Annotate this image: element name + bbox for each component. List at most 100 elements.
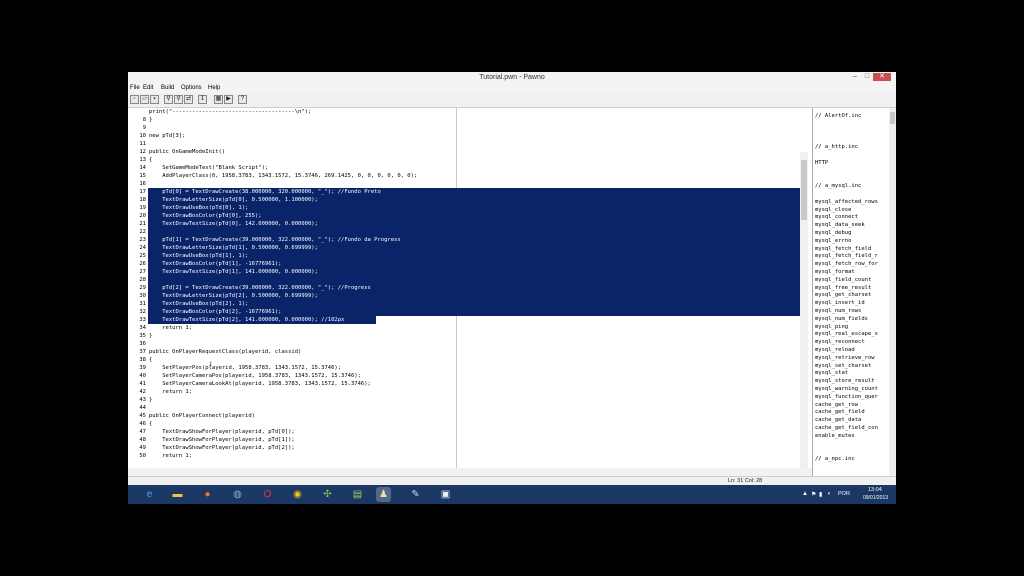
code-line[interactable]: return 1; <box>149 452 192 460</box>
window-icon[interactable]: ▣ <box>438 487 453 502</box>
code-line[interactable]: TextDrawBoxColor(pTd[2], -16776961); <box>149 308 281 316</box>
code-line[interactable]: TextDrawBoxColor(pTd[1], -16776961); <box>149 260 281 268</box>
ie-icon[interactable]: e <box>142 487 157 502</box>
clock-date[interactable]: 09/01/2013 <box>863 495 888 501</box>
function-list-item[interactable]: mysql_insert_id <box>815 299 865 307</box>
code-line[interactable]: TextDrawTextSize(pTd[2], 141.000000, 0.0… <box>149 316 344 324</box>
code-line[interactable]: public OnPlayerConnect(playerid) <box>149 412 255 420</box>
maximize-button[interactable]: □ <box>861 73 873 81</box>
flag-icon[interactable]: ⚑ <box>811 491 816 498</box>
code-line[interactable]: TextDrawShowForPlayer(playerid, pTd[2]); <box>149 444 294 452</box>
function-list-item[interactable]: mysql_fetch_field <box>815 245 871 253</box>
menu-build[interactable]: Build <box>161 83 174 93</box>
code-line[interactable]: TextDrawUseBox(pTd[1], 1); <box>149 252 248 260</box>
function-list-item[interactable]: mysql_reconnect <box>815 338 865 346</box>
function-list-item[interactable]: mysql_connect <box>815 213 858 221</box>
code-line[interactable]: TextDrawTextSize(pTd[1], 141.000000, 0.0… <box>149 268 318 276</box>
include-header[interactable]: // a_http.inc <box>815 143 858 151</box>
function-list-item[interactable]: mysql_free_result <box>815 284 871 292</box>
function-list-item[interactable]: mysql_field_count <box>815 276 871 284</box>
function-list-item[interactable]: HTTP <box>815 159 828 167</box>
function-list-item[interactable]: mysql_close <box>815 206 851 214</box>
function-list-item[interactable]: mysql_set_charset <box>815 362 871 370</box>
include-header[interactable]: // a_mysql.inc <box>815 182 861 190</box>
code-line[interactable]: TextDrawTextSize(pTd[0], 142.000000, 0.0… <box>149 220 318 228</box>
function-list-item[interactable]: mysql_function_quer <box>815 393 878 401</box>
function-list-item[interactable]: mysql_get_charset <box>815 291 871 299</box>
code-line[interactable]: TextDrawBoxColor(pTd[0], 255); <box>149 212 261 220</box>
function-list-item[interactable]: mysql_stat <box>815 369 848 377</box>
code-line[interactable]: pTd[2] = TextDrawCreate(39.000000, 322.0… <box>149 284 371 292</box>
code-line[interactable]: TextDrawUseBox(pTd[0], 1); <box>149 204 248 212</box>
editor-horizontal-scrollbar[interactable] <box>128 468 812 476</box>
battery-icon[interactable]: ▮ <box>819 491 822 498</box>
code-editor[interactable]: print("---------------------------------… <box>128 108 812 468</box>
code-line[interactable]: return 1; <box>149 324 192 332</box>
include-header[interactable]: // AlertOf.inc <box>815 112 861 120</box>
goto-icon[interactable]: ↧ <box>198 95 207 104</box>
code-line[interactable]: SetGameModeText("Blank Script"); <box>149 164 268 172</box>
function-list-item[interactable]: mysql_retrieve_row <box>815 354 875 362</box>
function-list-item[interactable]: mysql_data_seek <box>815 221 865 229</box>
open-file-icon[interactable]: ▱ <box>140 95 149 104</box>
clock-time[interactable]: 13:04 <box>868 487 882 493</box>
function-list-item[interactable]: mysql_reload <box>815 346 855 354</box>
code-line[interactable]: } <box>149 396 152 404</box>
function-list-scroll-thumb[interactable] <box>890 112 895 124</box>
function-list-item[interactable]: mysql_affected_rows <box>815 198 878 206</box>
find-next-icon[interactable]: ⚲ <box>174 95 183 104</box>
function-list-item[interactable]: cache_get_row <box>815 401 858 409</box>
function-list-item[interactable]: mysql_real_escape_s <box>815 330 878 338</box>
menu-options[interactable]: Options <box>181 83 202 93</box>
code-line[interactable]: public OnGameModeInit() <box>149 148 225 156</box>
include-header[interactable]: // a_npc.inc <box>815 455 855 463</box>
function-list-item[interactable]: mysql_fetch_row_for <box>815 260 878 268</box>
editor-vertical-scrollbar[interactable] <box>800 152 808 468</box>
code-line[interactable]: AddPlayerClass(0, 1958.3783, 1343.1572, … <box>149 172 417 180</box>
code-line[interactable]: TextDrawLetterSize(pTd[2], 0.500000, 0.6… <box>149 292 318 300</box>
function-list-item[interactable]: mysql_errno <box>815 237 851 245</box>
function-list-item[interactable]: enable_mutex <box>815 432 855 440</box>
save-icon[interactable]: ▪ <box>150 95 159 104</box>
function-list-item[interactable]: mysql_num_rows <box>815 307 861 315</box>
code-line[interactable]: pTd[1] = TextDrawCreate(39.000000, 322.0… <box>149 236 400 244</box>
code-line[interactable]: SetPlayerCameraPos(playerid, 1958.3783, … <box>149 372 361 380</box>
function-list-item[interactable]: mysql_num_fields <box>815 315 868 323</box>
find-icon[interactable]: ⚲ <box>164 95 173 104</box>
code-line[interactable]: TextDrawUseBox(pTd[2], 1); <box>149 300 248 308</box>
run-icon[interactable]: ▶ <box>224 95 233 104</box>
function-list-item[interactable]: cache_get_data <box>815 416 861 424</box>
code-line[interactable]: SetPlayerCameraLookAt(playerid, 1958.378… <box>149 380 371 388</box>
new-file-icon[interactable]: ▫ <box>130 95 139 104</box>
input-language[interactable]: POR <box>838 485 850 504</box>
code-line[interactable]: pTd[0] = TextDrawCreate(38.000000, 320.0… <box>149 188 381 196</box>
function-list-item[interactable]: cache_get_field <box>815 408 865 416</box>
colors-icon[interactable]: ✣ <box>320 487 335 502</box>
compile-icon[interactable]: ▦ <box>214 95 223 104</box>
code-line[interactable]: print("---------------------------------… <box>149 108 311 116</box>
minimize-button[interactable]: – <box>849 73 861 81</box>
menu-file[interactable]: File <box>130 83 140 93</box>
chrome-icon[interactable]: ◉ <box>290 487 305 502</box>
network-icon[interactable]: ◍ <box>230 487 245 502</box>
code-line[interactable]: new pTd[3]; <box>149 132 185 140</box>
show-hidden-icon[interactable]: ▲ <box>802 491 808 497</box>
function-list-item[interactable]: mysql_warning_count <box>815 385 878 393</box>
help-icon[interactable]: ? <box>238 95 247 104</box>
menu-help[interactable]: Help <box>208 83 220 93</box>
close-button[interactable]: ✕ <box>873 73 891 81</box>
code-line[interactable]: TextDrawLetterSize(pTd[0], 0.500000, 1.1… <box>149 196 318 204</box>
code-line[interactable]: { <box>149 156 152 164</box>
function-list-item[interactable]: mysql_debug <box>815 229 851 237</box>
notepad-icon[interactable]: ▤ <box>350 487 365 502</box>
code-line[interactable]: { <box>149 420 152 428</box>
opera-icon[interactable]: O <box>260 487 275 502</box>
explorer-icon[interactable]: ▬ <box>170 487 185 502</box>
firefox-icon[interactable]: ● <box>200 487 215 502</box>
code-line[interactable]: SetPlayerPos(playerid, 1958.3783, 1343.1… <box>149 364 341 372</box>
function-list-scrollbar[interactable] <box>889 108 896 476</box>
replace-icon[interactable]: ⇄ <box>184 95 193 104</box>
code-line[interactable]: { <box>149 356 152 364</box>
editor-scroll-thumb[interactable] <box>801 160 807 220</box>
code-line[interactable]: public OnPlayerRequestClass(playerid, cl… <box>149 348 301 356</box>
